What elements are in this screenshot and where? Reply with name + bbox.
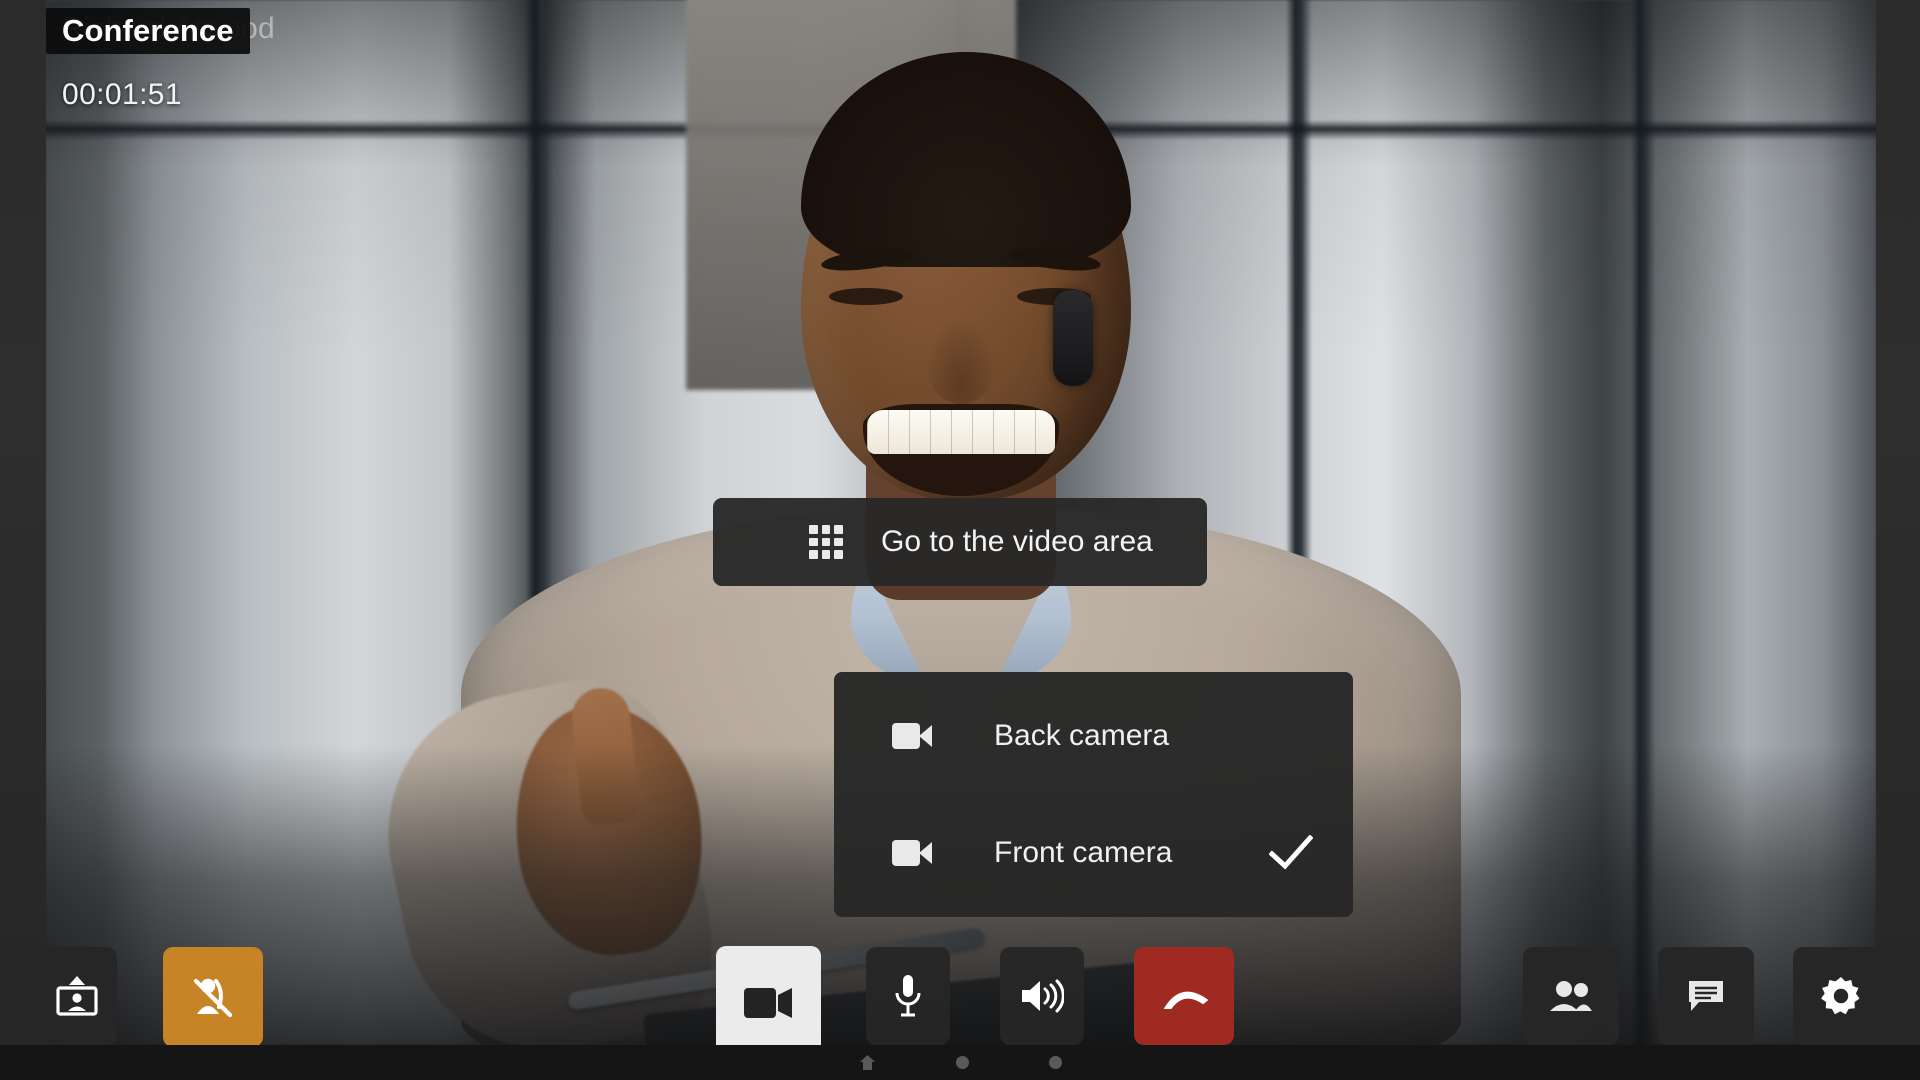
call-duration-timer: 00:01:51 bbox=[62, 78, 182, 111]
menu-item-back-camera[interactable]: Back camera bbox=[834, 678, 1353, 795]
menu-item-front-camera[interactable]: Front camera bbox=[834, 795, 1353, 912]
chat-button[interactable] bbox=[1658, 947, 1754, 1045]
home-icon[interactable] bbox=[859, 1054, 876, 1071]
video-camera-icon bbox=[743, 987, 792, 1018]
end-call-button[interactable] bbox=[1134, 947, 1234, 1045]
go-to-video-area-tooltip[interactable]: Go to the video area bbox=[713, 498, 1207, 586]
page-title: Conference bbox=[62, 13, 234, 48]
settings-button[interactable] bbox=[1793, 947, 1889, 1045]
present-to-screen-icon bbox=[56, 976, 98, 1016]
left-gutter bbox=[0, 0, 46, 1045]
nav-dot-one[interactable] bbox=[955, 1056, 969, 1069]
chat-bubble-icon bbox=[1689, 981, 1723, 1011]
subject-teeth bbox=[867, 410, 1055, 454]
check-icon-front bbox=[1269, 834, 1313, 871]
gear-icon bbox=[1821, 977, 1860, 1015]
camera-toggle-button[interactable] bbox=[716, 946, 821, 1059]
tooltip-label: Go to the video area bbox=[881, 525, 1153, 558]
microphone-toggle-button[interactable] bbox=[866, 947, 950, 1045]
video-conference-app: Richard Atwood Conference 00:01:51 Go to… bbox=[0, 0, 1920, 1080]
people-icon bbox=[1550, 981, 1592, 1011]
menu-item-label: Back camera bbox=[994, 719, 1170, 753]
speaker-icon bbox=[1022, 979, 1064, 1013]
subject-headset-earpiece bbox=[1053, 290, 1093, 386]
hangup-phone-icon bbox=[1163, 991, 1209, 1009]
grid-icon bbox=[809, 525, 843, 559]
check-icon-back bbox=[1269, 718, 1313, 754]
lower-hand-button[interactable] bbox=[163, 947, 263, 1047]
microphone-icon bbox=[895, 975, 921, 1017]
share-screen-button[interactable] bbox=[37, 947, 117, 1045]
right-gutter bbox=[1876, 0, 1920, 1045]
video-camera-icon bbox=[892, 721, 934, 751]
hand-lowered-icon bbox=[193, 978, 233, 1018]
nav-dot-two[interactable] bbox=[1048, 1056, 1062, 1069]
subject-eye bbox=[829, 288, 903, 305]
camera-select-menu[interactable]: Back camera Front camera bbox=[834, 672, 1353, 917]
conference-title-chip: Conference bbox=[46, 8, 250, 54]
speaker-toggle-button[interactable] bbox=[1000, 947, 1084, 1045]
menu-item-label: Front camera bbox=[994, 835, 1173, 869]
subject-hair bbox=[801, 52, 1131, 267]
subject-nose bbox=[925, 318, 997, 404]
system-navigation-bar bbox=[0, 1045, 1920, 1080]
video-camera-icon bbox=[892, 838, 934, 868]
participants-button[interactable] bbox=[1523, 947, 1619, 1045]
